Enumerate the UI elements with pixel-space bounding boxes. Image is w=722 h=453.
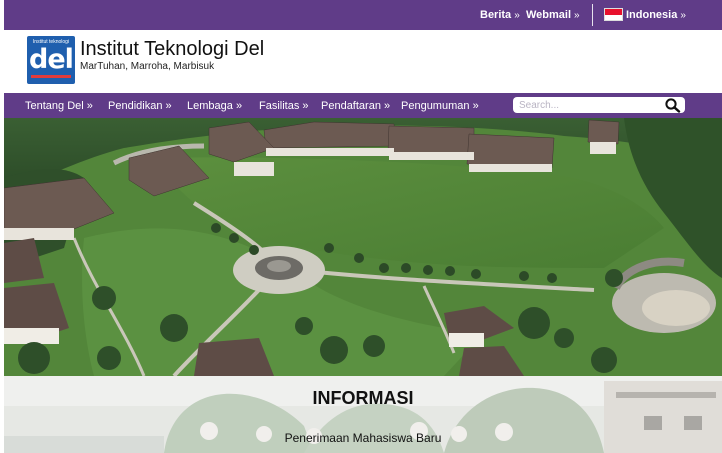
brand-header: Institut teknologi del Institut Teknolog… — [0, 30, 722, 92]
chevron-icon: » — [514, 10, 520, 21]
site-motto: MarTuhan, Marroha, Marbisuk — [80, 61, 215, 72]
indonesia-flag-icon[interactable] — [604, 8, 623, 21]
del-logo[interactable]: Institut teknologi del — [27, 36, 75, 84]
chevron-icon: » — [472, 100, 479, 112]
nav-item-tentang-del[interactable]: Tentang Del » — [25, 100, 93, 112]
info-link-penerimaan[interactable]: Penerimaan Mahasiswa Baru — [4, 431, 722, 445]
info-section: INFORMASI Penerimaan Mahasiswa Baru — [4, 376, 722, 453]
webmail-link[interactable]: Webmail» — [526, 9, 580, 21]
nav-item-lembaga[interactable]: Lembaga » — [187, 100, 242, 112]
nav-label: Pendaftaran — [321, 100, 381, 112]
top-utility-bar: Berita» Webmail» Indonesia» — [4, 0, 722, 30]
nav-label: Fasilitas — [259, 100, 300, 112]
main-nav: Tentang Del » Pendidikan » Lembaga » Fas… — [4, 93, 722, 118]
nav-item-fasilitas[interactable]: Fasilitas » — [259, 100, 309, 112]
logo-word: del — [29, 44, 74, 75]
language-selector[interactable]: Indonesia» — [626, 9, 686, 21]
nav-label: Pengumuman — [401, 100, 470, 112]
nav-label: Pendidikan — [108, 100, 163, 112]
nav-item-pengumuman[interactable]: Pengumuman » — [401, 100, 479, 112]
berita-label: Berita — [480, 9, 512, 21]
berita-link[interactable]: Berita» — [480, 9, 520, 21]
chevron-icon: » — [384, 100, 391, 112]
search-icon[interactable] — [663, 97, 683, 113]
campus-aerial-photo — [4, 118, 722, 376]
chevron-icon: » — [680, 10, 686, 21]
search-input[interactable] — [519, 98, 659, 112]
site-title[interactable]: Institut Teknologi Del — [80, 38, 264, 61]
chevron-icon: » — [86, 100, 93, 112]
chevron-icon: » — [302, 100, 309, 112]
chevron-icon: » — [165, 100, 172, 112]
language-label: Indonesia — [626, 9, 678, 21]
nav-label: Lembaga — [187, 100, 233, 112]
webmail-label: Webmail — [526, 9, 572, 21]
nav-item-pendidikan[interactable]: Pendidikan » — [108, 100, 172, 112]
chevron-icon: » — [574, 10, 580, 21]
nav-item-pendaftaran[interactable]: Pendaftaran » — [321, 100, 390, 112]
logo-stripe — [31, 75, 71, 78]
search-box — [513, 97, 685, 113]
topbar-divider — [592, 4, 593, 26]
nav-label: Tentang Del — [25, 100, 84, 112]
info-heading: INFORMASI — [312, 388, 414, 408]
chevron-icon: » — [235, 100, 243, 112]
